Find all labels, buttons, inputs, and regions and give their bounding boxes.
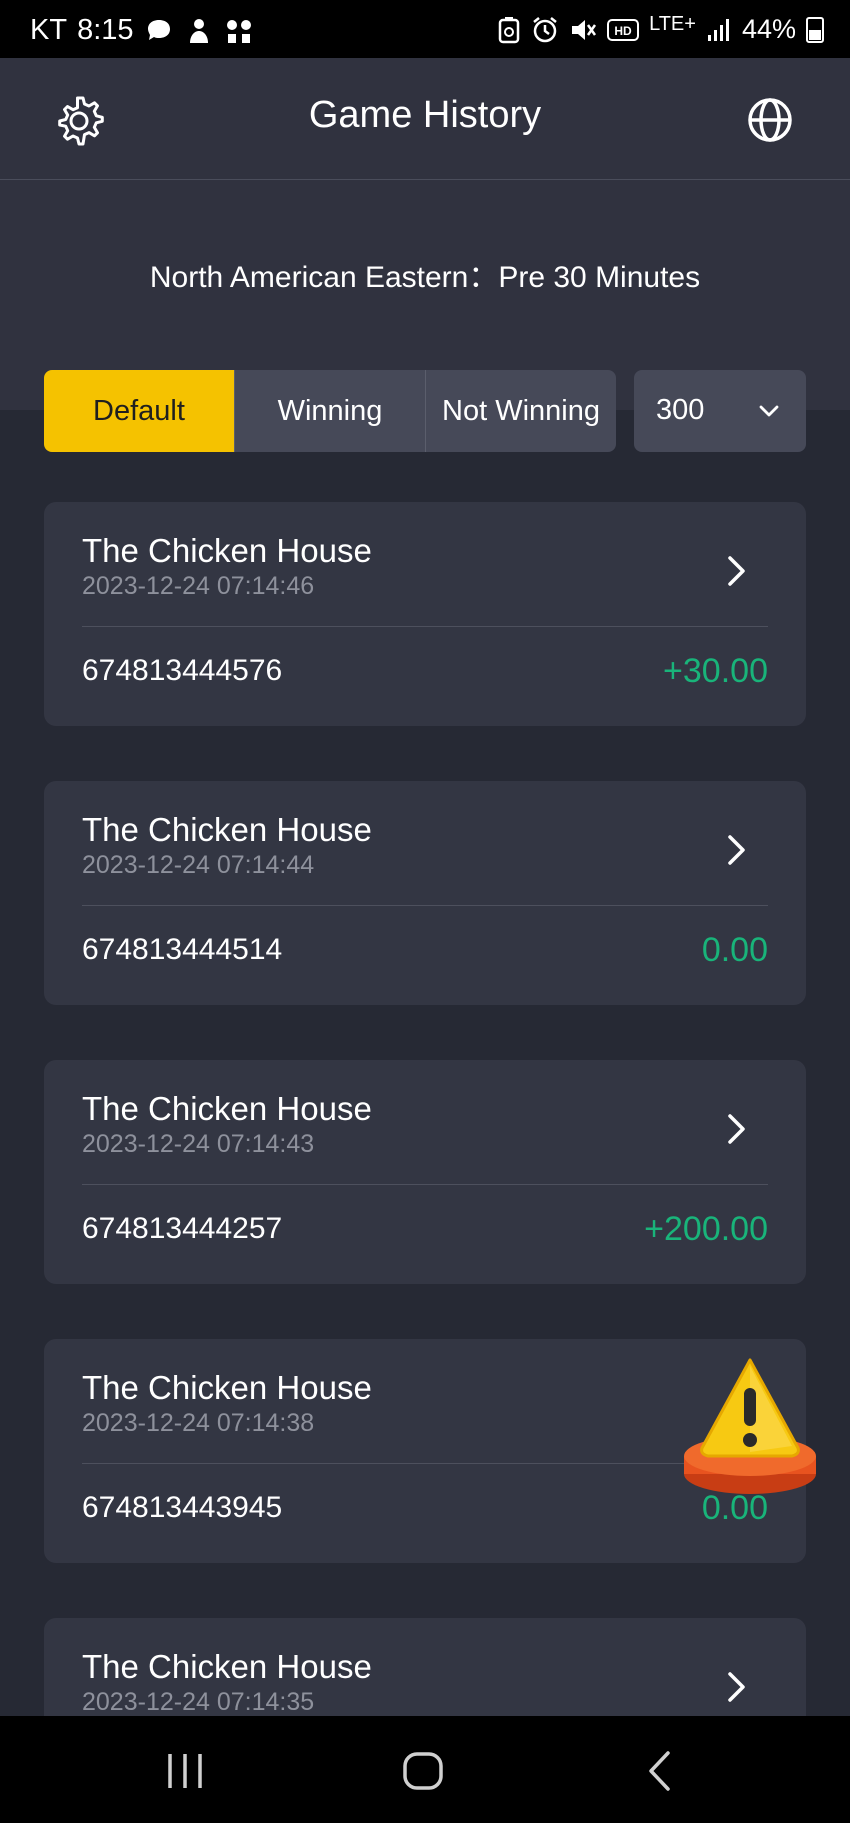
home-icon[interactable]: [398, 1746, 448, 1796]
tab-default[interactable]: Default: [44, 370, 235, 452]
globe-icon[interactable]: [746, 96, 794, 144]
battery-percent: 44%: [741, 14, 796, 44]
timezone-label: North American Eastern：Pre 30 Minutes: [149, 261, 701, 294]
divider: [82, 626, 768, 627]
status-bar: KT 8:15 HD LTE+ 44%: [0, 0, 850, 58]
battery-icon: [806, 16, 824, 43]
win-amount: +200.00: [644, 1210, 768, 1248]
game-date: 2023-12-24 07:14:43: [82, 1130, 315, 1158]
game-date: 2023-12-24 07:14:35: [82, 1688, 315, 1716]
recent-apps-icon[interactable]: [160, 1746, 210, 1796]
battery-saver-icon: [498, 16, 520, 43]
carrier-label: KT: [30, 14, 68, 46]
count-select-value: 300: [656, 394, 705, 426]
win-amount: 0.00: [701, 931, 768, 969]
status-right: HD LTE+ 44%: [497, 14, 824, 45]
round-id: 674813444576: [82, 654, 283, 687]
alarm-icon: [533, 16, 557, 42]
history-card[interactable]: The Chicken House 2023-12-24 07:14:46 67…: [44, 502, 806, 726]
game-date: 2023-12-24 07:14:38: [82, 1409, 315, 1437]
system-nav-bar: [0, 1716, 850, 1823]
page-title: Game History: [308, 94, 542, 136]
game-date: 2023-12-24 07:14:46: [82, 572, 315, 600]
divider: [82, 1463, 768, 1464]
clock: 8:15: [77, 14, 134, 46]
hd-icon: HD: [607, 18, 640, 41]
warning-icon[interactable]: [680, 1352, 820, 1500]
divider: [82, 905, 768, 906]
round-id: 674813444257: [82, 1212, 283, 1245]
chevron-down-icon: [759, 405, 779, 417]
history-card[interactable]: The Chicken House 2023-12-24 07:14:44 67…: [44, 781, 806, 1005]
svg-text:HD: HD: [614, 24, 632, 38]
round-id: 674813444514: [82, 933, 283, 966]
chevron-right-icon[interactable]: [724, 833, 750, 867]
chevron-right-icon[interactable]: [724, 554, 750, 588]
tab-winning[interactable]: Winning: [235, 370, 426, 452]
tab-not-winning[interactable]: Not Winning: [426, 370, 616, 452]
game-date: 2023-12-24 07:14:44: [82, 851, 315, 879]
network-type: LTE+: [649, 12, 696, 35]
chevron-right-icon[interactable]: [724, 1670, 750, 1704]
signal-icon: [707, 18, 729, 41]
person-icon: [189, 18, 208, 43]
back-icon[interactable]: [636, 1746, 686, 1796]
round-id: 674813443945: [82, 1491, 283, 1524]
apps-grid-icon: [226, 19, 251, 43]
chevron-right-icon[interactable]: [724, 1112, 750, 1146]
game-title: The Chicken House: [82, 811, 372, 848]
game-title: The Chicken House: [82, 1369, 372, 1406]
win-amount: +30.00: [663, 652, 768, 690]
status-left: KT 8:15: [30, 14, 254, 47]
app-header: Game History: [0, 58, 850, 180]
divider: [82, 1184, 768, 1185]
history-card[interactable]: The Chicken House 2023-12-24 07:14:43 67…: [44, 1060, 806, 1284]
game-title: The Chicken House: [82, 532, 372, 569]
chat-bubble-icon: [147, 19, 170, 40]
count-select[interactable]: 300: [634, 370, 806, 452]
mute-icon: [572, 19, 597, 40]
filter-tabs: Default Winning Not Winning: [44, 370, 616, 452]
game-title: The Chicken House: [82, 1090, 372, 1127]
game-title: The Chicken House: [82, 1648, 372, 1685]
